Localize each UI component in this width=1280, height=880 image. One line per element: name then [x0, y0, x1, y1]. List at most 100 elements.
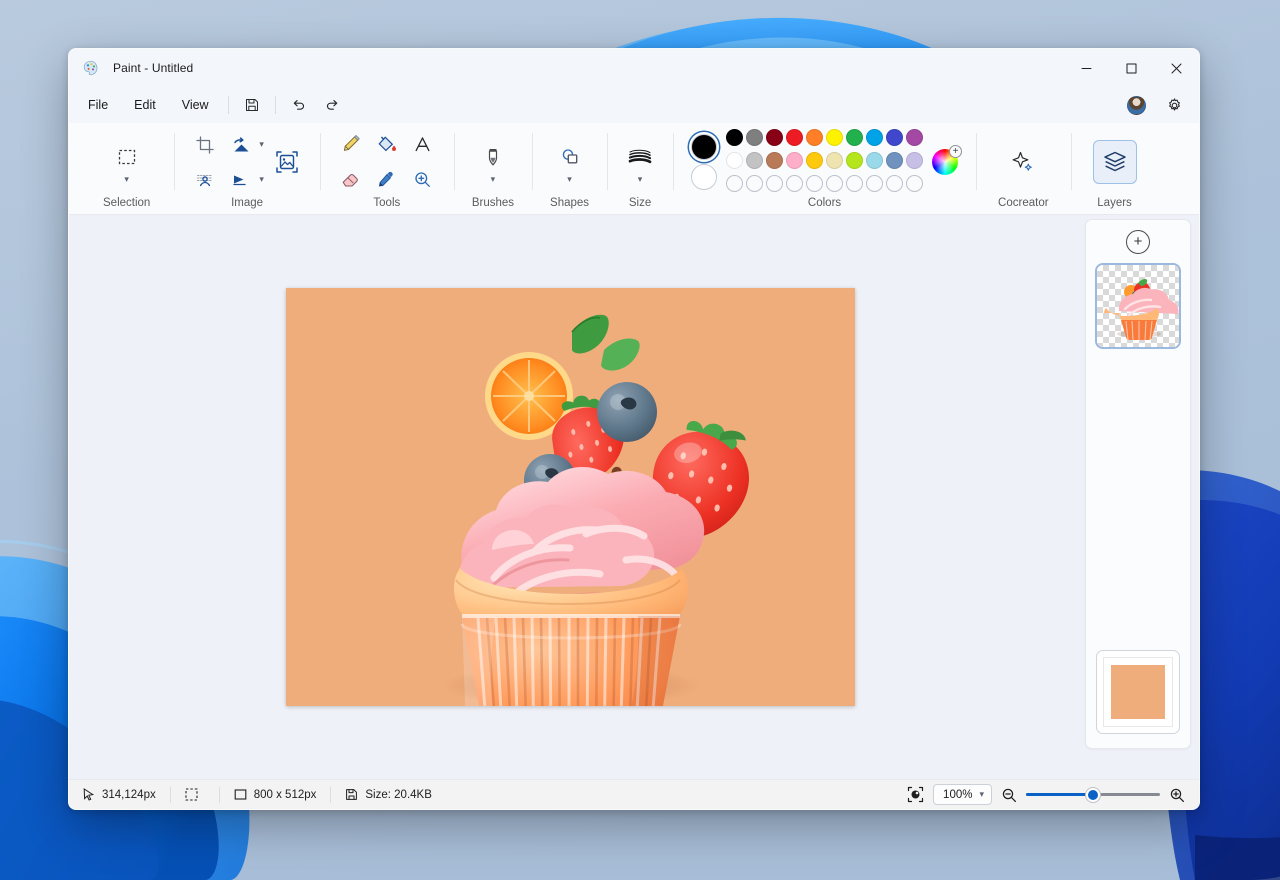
- palette-swatch[interactable]: [746, 129, 763, 146]
- secondary-color-swatch[interactable]: [691, 164, 717, 190]
- drawing-canvas[interactable]: [286, 288, 855, 706]
- palette-swatch[interactable]: [826, 129, 843, 146]
- shapes-icon[interactable]: [553, 140, 587, 174]
- eraser-icon[interactable]: [334, 163, 368, 197]
- crop-icon[interactable]: [188, 128, 222, 162]
- layers-icon[interactable]: [1093, 140, 1137, 184]
- zoom-slider-fill: [1026, 793, 1093, 796]
- shapes-chevron-down-icon[interactable]: ▾: [567, 175, 572, 184]
- menu-file[interactable]: File: [77, 93, 119, 117]
- undo-icon[interactable]: [284, 91, 314, 119]
- sparkle-icon[interactable]: [1004, 143, 1042, 181]
- palette-swatch[interactable]: [866, 152, 883, 169]
- ribbon-label-cocreator: Cocreator: [998, 197, 1049, 214]
- ribbon-group-image: ▾: [174, 127, 320, 214]
- status-file-size: Size: 20.4KB: [331, 786, 445, 804]
- menu-view[interactable]: View: [171, 93, 220, 117]
- ribbon-label-layers: Layers: [1097, 197, 1132, 214]
- palette-swatch[interactable]: [806, 152, 823, 169]
- ribbon-group-size: ▾ Size: [607, 127, 673, 214]
- title-bar[interactable]: Paint - Untitled: [69, 49, 1199, 87]
- zoom-slider-thumb[interactable]: [1086, 788, 1100, 802]
- canvas-area[interactable]: [69, 215, 1085, 779]
- menu-edit[interactable]: Edit: [123, 93, 167, 117]
- palette-swatch-empty[interactable]: [866, 175, 883, 192]
- status-bar: 314,124px 800 x 512px Size: 20.4KB: [69, 779, 1199, 809]
- palette-swatch[interactable]: [886, 152, 903, 169]
- pencil-icon[interactable]: [334, 128, 368, 162]
- palette-swatch-empty[interactable]: [906, 175, 923, 192]
- palette-swatch[interactable]: [846, 129, 863, 146]
- flip-chevron-down-icon[interactable]: ▾: [259, 175, 264, 184]
- rotate-chevron-down-icon[interactable]: ▾: [259, 140, 264, 149]
- palette-swatch-empty[interactable]: [766, 175, 783, 192]
- image-size-value: 800 x 512px: [254, 789, 317, 801]
- layer-thumbnail-cupcake[interactable]: [1096, 264, 1180, 348]
- palette-swatch-empty[interactable]: [806, 175, 823, 192]
- size-lines-icon[interactable]: [623, 140, 657, 174]
- status-image-size: 800 x 512px: [220, 786, 331, 804]
- palette-swatch[interactable]: [866, 129, 883, 146]
- zoom-level-dropdown[interactable]: 100% ▾: [933, 784, 992, 805]
- zoom-out-icon[interactable]: [1001, 787, 1017, 803]
- brushes-chevron-down-icon[interactable]: ▾: [491, 175, 496, 184]
- palette-swatch[interactable]: [846, 152, 863, 169]
- palette-swatch-empty[interactable]: [746, 175, 763, 192]
- palette-swatch-empty[interactable]: [886, 175, 903, 192]
- fit-to-window-icon[interactable]: [907, 786, 924, 803]
- palette-swatch[interactable]: [766, 129, 783, 146]
- pointer-icon: [83, 788, 95, 801]
- add-layer-button[interactable]: +: [1126, 230, 1150, 254]
- text-icon[interactable]: [406, 128, 440, 162]
- palette-swatch[interactable]: [826, 152, 843, 169]
- status-selection-size: [171, 786, 219, 804]
- marker-brush-icon[interactable]: [476, 140, 510, 174]
- palette-swatch-empty[interactable]: [826, 175, 843, 192]
- eyedropper-icon[interactable]: [370, 163, 404, 197]
- palette-swatch[interactable]: [726, 152, 743, 169]
- palette-swatch[interactable]: [886, 129, 903, 146]
- ribbon-group-cocreator: Cocreator: [976, 127, 1071, 214]
- zoom-chevron-down-icon[interactable]: ▾: [979, 790, 984, 799]
- zoom-controls: 100% ▾: [907, 784, 1199, 805]
- close-button[interactable]: [1154, 49, 1199, 87]
- minimize-button[interactable]: [1064, 49, 1109, 87]
- layer-preview-cupcake: [1097, 265, 1180, 348]
- magnifier-icon[interactable]: [406, 163, 440, 197]
- remove-background-icon[interactable]: [188, 163, 222, 197]
- palette-swatch-empty[interactable]: [846, 175, 863, 192]
- ribbon-label-colors: Colors: [808, 197, 841, 214]
- layer-background-fill: [1111, 665, 1165, 719]
- rectangular-selection-icon[interactable]: [110, 140, 144, 174]
- palette-swatch-empty[interactable]: [786, 175, 803, 192]
- current-colors: [691, 134, 717, 190]
- palette-swatch[interactable]: [906, 129, 923, 146]
- ribbon-label-tools: Tools: [373, 197, 400, 214]
- palette-swatch[interactable]: [766, 152, 783, 169]
- flip-icon[interactable]: [224, 163, 258, 197]
- ribbon-group-selection: ▾ Selection: [79, 127, 174, 214]
- layer-background-frame: [1103, 657, 1173, 727]
- save-icon[interactable]: [237, 91, 267, 119]
- palette-swatch[interactable]: [786, 129, 803, 146]
- palette-swatch[interactable]: [746, 152, 763, 169]
- add-custom-color-badge[interactable]: +: [949, 145, 962, 158]
- maximize-button[interactable]: [1109, 49, 1154, 87]
- rotate-icon[interactable]: [224, 128, 258, 162]
- resize-image-icon[interactable]: [268, 143, 306, 181]
- size-chevron-down-icon[interactable]: ▾: [638, 175, 643, 184]
- palette-swatch[interactable]: [786, 152, 803, 169]
- redo-icon[interactable]: [318, 91, 348, 119]
- gear-icon[interactable]: [1159, 91, 1189, 119]
- palette-swatch-empty[interactable]: [726, 175, 743, 192]
- palette-swatch[interactable]: [906, 152, 923, 169]
- fill-bucket-icon[interactable]: [370, 128, 404, 162]
- palette-swatch[interactable]: [726, 129, 743, 146]
- avatar[interactable]: [1121, 91, 1151, 119]
- palette-swatch[interactable]: [806, 129, 823, 146]
- zoom-in-icon[interactable]: [1169, 787, 1185, 803]
- primary-color-swatch[interactable]: [691, 134, 717, 160]
- selection-chevron-down-icon[interactable]: ▾: [124, 175, 129, 184]
- layer-thumbnail-background[interactable]: [1096, 650, 1180, 734]
- zoom-slider[interactable]: [1026, 787, 1160, 803]
